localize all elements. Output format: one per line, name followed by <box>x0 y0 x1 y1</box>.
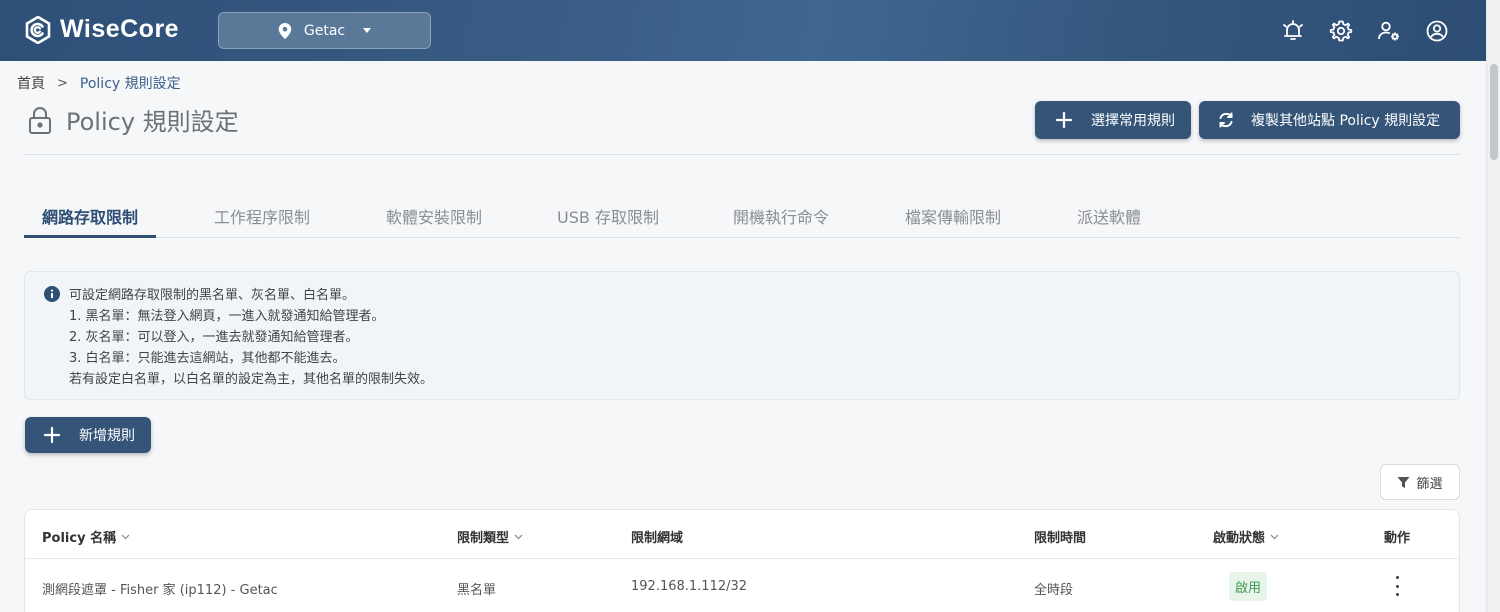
lock-icon <box>29 106 51 134</box>
tab-usb-access[interactable]: USB 存取限制 <box>550 190 666 238</box>
policy-table: Policy 名稱 限制類型 限制網域 限制時間 啟動狀態 動作 測網段遮罩 -… <box>24 509 1460 612</box>
select-common-rules-button[interactable]: 選擇常用規則 <box>1035 101 1191 139</box>
caret-down-icon <box>363 28 372 33</box>
column-header-time: 限制時間 <box>1034 531 1087 546</box>
copy-site-policy-label: 複製其他站點 Policy 規則設定 <box>1251 113 1441 129</box>
chevron-right-icon: > <box>57 75 68 91</box>
chevron-down-icon <box>121 534 130 540</box>
chevron-down-icon <box>514 534 523 540</box>
policy-tabs: 網路存取限制 工作程序限制 軟體安裝限制 USB 存取限制 開機執行命令 檔案傳… <box>24 190 1460 238</box>
alarm-button[interactable] <box>1280 18 1306 44</box>
user-circle-icon <box>1426 20 1448 42</box>
breadcrumb-home[interactable]: 首頁 <box>17 73 45 93</box>
column-header-domain: 限制網域 <box>631 531 684 546</box>
settings-button[interactable] <box>1328 18 1354 44</box>
column-header-type[interactable]: 限制類型 <box>457 527 523 546</box>
info-line: 可設定網路存取限制的黑名單、灰名單、白名單。 <box>69 288 356 303</box>
add-rule-button[interactable]: 新增規則 <box>25 417 151 453</box>
info-line: 3. 白名單：只能進去這網站，其他都不能進去。 <box>69 351 346 366</box>
plus-icon <box>43 426 61 444</box>
filter-label: 篩選 <box>1416 476 1443 492</box>
brand-logo[interactable]: WiseCore <box>24 15 179 44</box>
sync-icon <box>1219 112 1233 128</box>
header-divider <box>24 154 1460 155</box>
tab-network-access[interactable]: 網路存取限制 <box>24 190 156 238</box>
info-line: 2. 灰名單：可以登入，一進去就發通知給管理者。 <box>69 330 359 345</box>
filter-icon <box>1397 476 1410 488</box>
gear-icon <box>1329 20 1353 42</box>
top-bar: WiseCore Getac <box>0 0 1486 61</box>
user-gear-icon <box>1378 21 1399 41</box>
breadcrumb-current: Policy 規則設定 <box>79 76 181 92</box>
more-actions-icon[interactable] <box>1392 576 1402 596</box>
info-line: 若有設定白名單，以白名單的設定為主，其他名單的限制失效。 <box>69 372 434 387</box>
location-pin-icon <box>278 22 292 39</box>
page-header: Policy 規則設定 <box>28 102 239 137</box>
scrollbar-thumb[interactable] <box>1490 64 1498 160</box>
add-rule-label: 新增規則 <box>79 428 135 444</box>
select-common-rules-label: 選擇常用規則 <box>1091 113 1175 129</box>
alarm-bell-icon <box>1283 20 1303 40</box>
filter-button[interactable]: 篩選 <box>1380 464 1460 500</box>
chevron-down-icon <box>1270 534 1279 540</box>
user-settings-button[interactable] <box>1376 18 1402 44</box>
tab-software-install[interactable]: 軟體安裝限制 <box>376 190 492 238</box>
column-header-status[interactable]: 啟動狀態 <box>1213 527 1279 546</box>
site-selector-value: Getac <box>303 22 346 39</box>
cell-policy-name: 測網段遮罩 - Fisher 家 (ip112) - Getac <box>42 583 278 598</box>
tab-boot-command[interactable]: 開機執行命令 <box>723 190 839 238</box>
wisecore-logo-icon <box>25 15 51 44</box>
info-line: 1. 黑名單：無法登入網頁，一進入就發通知給管理者。 <box>69 309 385 324</box>
plus-icon <box>1055 111 1073 129</box>
tab-process[interactable]: 工作程序限制 <box>204 190 320 238</box>
brand-name: WiseCore <box>60 15 180 43</box>
info-panel: 可設定網路存取限制的黑名單、灰名單、白名單。 1. 黑名單：無法登入網頁，一進入… <box>24 271 1460 400</box>
column-header-action: 動作 <box>1384 531 1411 546</box>
status-badge: 啟用 <box>1229 572 1268 601</box>
site-selector[interactable]: Getac <box>218 12 431 49</box>
column-header-name[interactable]: Policy 名稱 <box>42 527 130 546</box>
tab-deploy-software[interactable]: 派送軟體 <box>1068 190 1150 238</box>
cell-restriction-time: 全時段 <box>1034 583 1074 598</box>
cell-restriction-type: 黑名單 <box>457 583 497 598</box>
table-header: Policy 名稱 限制類型 限制網域 限制時間 啟動狀態 動作 <box>25 510 1459 559</box>
tab-file-transfer[interactable]: 檔案傳輸限制 <box>895 190 1011 238</box>
breadcrumb: 首頁 > Policy 規則設定 <box>17 73 181 93</box>
vertical-scrollbar[interactable] <box>1486 0 1500 612</box>
account-button[interactable] <box>1424 18 1450 44</box>
info-icon <box>44 286 60 302</box>
copy-site-policy-button[interactable]: 複製其他站點 Policy 規則設定 <box>1199 101 1460 139</box>
cell-restriction-domain: 192.168.1.112/32 <box>631 579 748 594</box>
page-title: Policy 規則設定 <box>66 108 239 136</box>
table-row[interactable]: 測網段遮罩 - Fisher 家 (ip112) - Getac 黑名單 192… <box>25 559 1459 612</box>
